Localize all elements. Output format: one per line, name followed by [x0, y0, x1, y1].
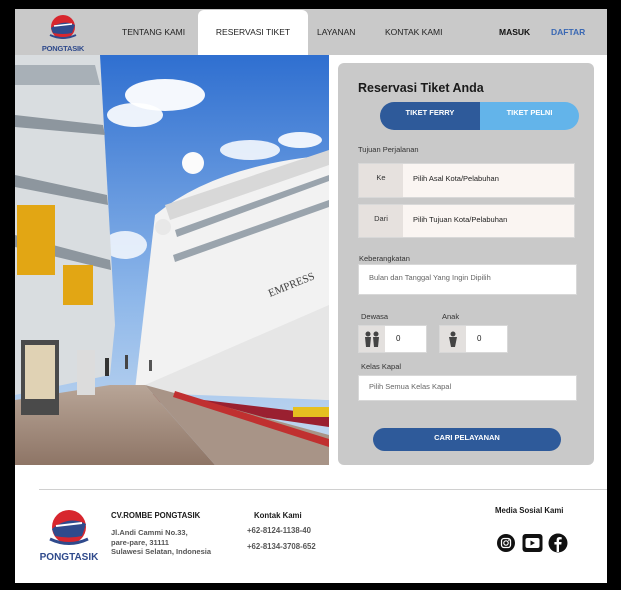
kelas-label: Kelas Kapal [361, 362, 402, 371]
adult-icon [365, 331, 379, 347]
tab-tiket-ferry[interactable]: TIKET FERRY [380, 102, 480, 130]
dari-field[interactable]: Dari Pilih Tujuan Kota/Pelabuhan [358, 204, 575, 238]
nav-reservasi-label: RESERVASI TIKET [215, 27, 291, 37]
brand-logo[interactable]: PONGTASIK [41, 13, 85, 53]
ke-field[interactable]: Ke Pilih Asal Kota/Pelabuhan [358, 163, 575, 198]
keberangkatan-label: Keberangkatan [359, 254, 410, 263]
kelas-placeholder: Pilih Semua Kelas Kapal [369, 382, 452, 391]
facebook-icon[interactable] [548, 533, 568, 558]
ke-label: Ke [359, 164, 403, 197]
tujuan-label: Tujuan Perjalanan [358, 145, 419, 154]
ticket-tabs: TIKET FERRY TIKET PELNI [380, 102, 579, 130]
youtube-icon[interactable] [522, 533, 543, 558]
footer-address: Jl.Andi Cammi No.33, pare-pare, 31111 Su… [111, 528, 211, 557]
instagram-icon[interactable] [496, 533, 516, 558]
nav-reservasi-tiket[interactable]: RESERVASI TIKET [198, 10, 308, 55]
dari-input: Pilih Tujuan Kota/Pelabuhan [413, 215, 508, 224]
footer-contact-title: Kontak Kami [254, 511, 302, 520]
footer-brand-name: PONGTASIK [39, 552, 99, 563]
address-line: pare-pare, 31111 [111, 537, 169, 547]
address-line: Sulawesi Selatan, Indonesia [111, 547, 212, 556]
dewasa-label: Dewasa [361, 312, 389, 321]
ship-logo-icon [49, 15, 77, 39]
keberangkatan-placeholder: Bulan dan Tanggal Yang Ingin Dipilih [369, 273, 491, 282]
tab-tiket-pelni[interactable]: TIKET PELNI [480, 102, 579, 130]
nav-kontak-kami[interactable]: KONTAK KAMI [385, 27, 442, 37]
hero-cruise-photo: EMPRESS [15, 55, 329, 465]
dewasa-value: 0 [396, 334, 401, 343]
footer-phone[interactable]: +62-8134-3708-652 [247, 542, 316, 551]
ke-input: Pilih Asal Kota/Pelabuhan [413, 174, 499, 183]
daftar-link[interactable]: DAFTAR [551, 27, 585, 37]
masuk-link[interactable]: MASUK [499, 27, 530, 37]
anak-label: Anak [442, 312, 460, 321]
footer-social-title: Media Sosial Kami [495, 506, 564, 515]
anak-value: 0 [477, 334, 482, 343]
panel-title: Reservasi Tiket Anda [358, 81, 484, 95]
nav-tentang-kami[interactable]: TENTANG KAMI [122, 27, 185, 37]
booking-panel: Reservasi Tiket Anda TIKET FERRY TIKET P… [338, 63, 594, 465]
dewasa-stepper[interactable]: 0 [358, 325, 427, 353]
footer-logo: PONGTASIK [37, 507, 101, 565]
ship-logo-icon [49, 510, 89, 545]
page: PONGTASIK TENTANG KAMI RESERVASI TIKET L… [15, 9, 607, 583]
nav-layanan[interactable]: LAYANAN [317, 27, 355, 37]
cari-pelayanan-button[interactable]: CARI PELAYANAN [373, 428, 561, 451]
dari-label: Dari [359, 205, 403, 237]
kelas-select[interactable]: Pilih Semua Kelas Kapal [358, 375, 577, 401]
keberangkatan-input[interactable]: Bulan dan Tanggal Yang Ingin Dipilih [358, 264, 577, 295]
footer-company: CV.ROMBE PONGTASIK [111, 511, 201, 520]
anak-stepper[interactable]: 0 [439, 325, 508, 353]
brand-name: PONGTASIK [41, 44, 85, 53]
footer-phone[interactable]: +62-8124-1138-40 [247, 526, 311, 535]
child-icon [449, 331, 457, 347]
navbar: PONGTASIK TENTANG KAMI RESERVASI TIKET L… [15, 9, 607, 55]
address-line: Jl.Andi Cammi No.33, [111, 528, 188, 537]
footer-divider [39, 489, 607, 490]
